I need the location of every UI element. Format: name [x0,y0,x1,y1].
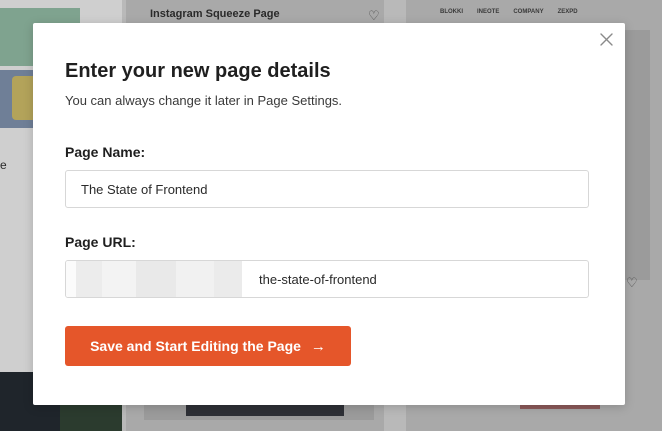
logo-text: COMPANY [513,9,544,15]
template-logo-strip: BLOKKI INEOTE COMPANY ZEXPD [440,9,578,15]
logo-text: ZEXPD [557,9,578,15]
save-button-label: Save and Start Editing the Page [90,338,301,354]
page-url-input[interactable]: the-state-of-frontend [65,260,589,298]
page-name-input[interactable]: The State of Frontend [65,170,589,208]
modal-subtitle: You can always change it later in Page S… [65,93,343,108]
page-url-slug: the-state-of-frontend [259,271,377,287]
page-name-label: Page Name: [65,144,146,160]
arrow-right-icon: → [310,337,326,355]
background-text: e [0,158,7,172]
close-icon [599,32,613,46]
logo-text: BLOKKI [440,9,463,15]
save-and-edit-button[interactable]: Save and Start Editing the Page → [65,326,351,366]
heart-icon: ♡ [626,275,638,290]
app-stage: Instagram Squeeze Page ♡ ♡ BLOKKI INEOTE… [0,0,662,431]
page-name-value: The State of Frontend [81,181,208,197]
page-url-label: Page URL: [65,234,136,250]
url-prefix-blurred [66,261,242,297]
new-page-modal: Enter your new page details You can alwa… [33,23,625,405]
logo-text: INEOTE [477,9,500,15]
heart-icon: ♡ [368,8,380,23]
close-button[interactable] [595,28,617,50]
template-thumbnail [520,405,600,409]
template-title: Instagram Squeeze Page [150,8,280,20]
modal-title: Enter your new page details [65,60,331,82]
